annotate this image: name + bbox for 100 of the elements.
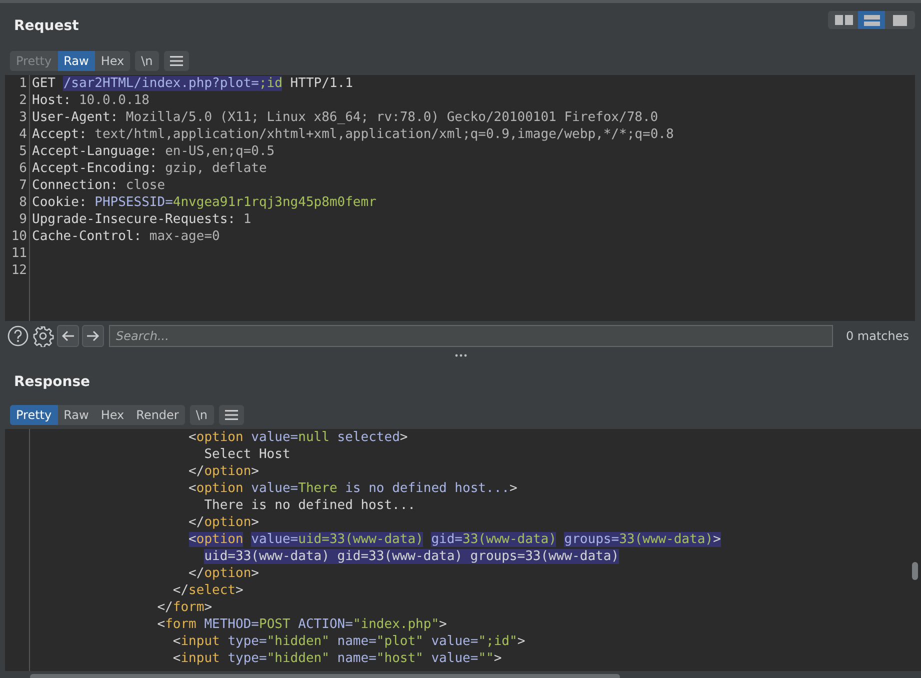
right-arrow-icon: [86, 330, 100, 342]
layout-button[interactable]: [858, 11, 885, 29]
code-text: option: [204, 566, 252, 581]
code-text: >: [251, 464, 259, 479]
code-text: 10.0.0.18: [78, 93, 150, 108]
back-button[interactable]: [57, 325, 79, 347]
code-text: option: [204, 464, 252, 479]
code-text: name=: [337, 651, 376, 666]
view-tab[interactable]: Raw: [58, 51, 95, 71]
code-text: <: [188, 532, 196, 547]
code-text: Upgrade-Insecure-Requests:: [32, 212, 236, 227]
newline-toggle[interactable]: \n: [190, 405, 214, 425]
code-text: </: [157, 600, 173, 615]
code-text: input: [180, 634, 220, 649]
code-text: "hidden": [266, 634, 330, 649]
code-text: form: [172, 600, 204, 615]
code-text: Accept-Encoding:: [32, 161, 158, 176]
code-text: </: [188, 515, 204, 530]
code-text: >: [204, 600, 212, 615]
menu-icon: [170, 56, 183, 66]
code-text: <: [157, 617, 166, 632]
code-text: gid=: [431, 532, 463, 547]
code-text: name=: [337, 634, 376, 649]
code-text: Host:: [32, 93, 72, 108]
code-text: "": [478, 651, 494, 666]
line-number: 4: [18, 126, 27, 143]
line-number: 11: [10, 245, 27, 262]
code-text: >: [236, 583, 244, 598]
line-number: 8: [18, 194, 27, 211]
code-text: ;id: [258, 76, 282, 91]
code-text: Cache-Control:: [32, 229, 143, 244]
code-text: "plot": [376, 634, 424, 649]
code-text: type=: [228, 634, 267, 649]
code-text: "host": [376, 651, 424, 666]
code-text: <: [188, 481, 196, 496]
view-tab[interactable]: Hex: [94, 51, 130, 71]
code-text: >: [439, 617, 447, 632]
forward-button[interactable]: [82, 325, 104, 347]
code-text: 33(www-data): [619, 532, 713, 547]
code-text: text/html,application/xhtml+xml,application/xml;q=0.9,image/webp,*/*;q=0.8: [94, 127, 674, 142]
menu-button[interactable]: [164, 51, 189, 71]
view-tab[interactable]: Render: [130, 405, 185, 425]
code-text: value=: [251, 532, 298, 547]
line-number: 6: [18, 160, 27, 177]
code-text: 1: [243, 212, 252, 227]
code-text: Cookie:: [32, 195, 88, 210]
line-number: 7: [18, 177, 27, 194]
code-text: is no defined host...: [345, 481, 510, 496]
square-icon: [892, 14, 906, 26]
code-text: option: [196, 430, 244, 445]
view-tab[interactable]: Pretty: [10, 405, 58, 425]
panel-title: Request: [14, 18, 79, 34]
code-text: gzip, deflate: [165, 161, 267, 176]
code-text: </: [172, 583, 189, 598]
help-icon[interactable]: [7, 325, 29, 347]
search-field[interactable]: Search...: [109, 325, 833, 347]
code-text: selected: [337, 430, 400, 445]
code-text: close: [126, 178, 166, 193]
code-text: form: [165, 617, 196, 632]
menu-button[interactable]: [218, 405, 244, 425]
code-text: >: [494, 651, 502, 666]
line-number: 9: [18, 211, 27, 228]
newline-toggle[interactable]: \n: [135, 51, 159, 71]
code-text: value=: [431, 651, 478, 666]
line-number: 2: [18, 92, 27, 109]
code-text: null: [298, 430, 330, 445]
drag-handle-icon[interactable]: [454, 354, 466, 356]
code-text: >: [251, 566, 259, 581]
code-text: POST: [259, 617, 290, 632]
code-text: Connection:: [32, 178, 120, 193]
line-number: 5: [18, 143, 27, 160]
code-text: /sar2HTML/index.php?plot=: [63, 76, 259, 91]
code-text: >: [251, 515, 259, 530]
code-text: Select Host: [204, 447, 290, 462]
rows-icon: [864, 14, 880, 26]
code-text: 33(www-data): [462, 532, 556, 547]
menu-icon: [224, 410, 238, 420]
code-text: value=: [431, 634, 478, 649]
code-text: ACTION=: [298, 617, 353, 632]
code-text: groups=: [564, 532, 620, 547]
left-arrow-icon: [61, 330, 75, 342]
line-number: 12: [10, 262, 27, 279]
view-tab[interactable]: Raw: [58, 405, 95, 425]
code-text: </: [188, 566, 204, 581]
view-tab[interactable]: Hex: [94, 405, 130, 425]
columns-icon: [834, 15, 852, 25]
code-text: select: [188, 583, 236, 598]
code-text: ";id": [478, 634, 518, 649]
panel-title: Response: [14, 374, 90, 390]
code-text: </: [188, 464, 204, 479]
code-text: <: [172, 634, 181, 649]
code-text: option: [204, 515, 252, 530]
code-text: HTTP/1.1: [290, 76, 353, 91]
line-number: 10: [10, 228, 27, 245]
settings-icon[interactable]: [32, 325, 54, 347]
code-text: There: [298, 481, 338, 496]
code-text: Mozilla/5.0 (X11; Linux x86_64; rv:78.0) Gecko/20100101 Firefox/78.0: [126, 110, 658, 125]
code-text: Accept-Language:: [32, 144, 158, 159]
code-text: option: [196, 481, 244, 496]
code-text: input: [180, 651, 220, 666]
